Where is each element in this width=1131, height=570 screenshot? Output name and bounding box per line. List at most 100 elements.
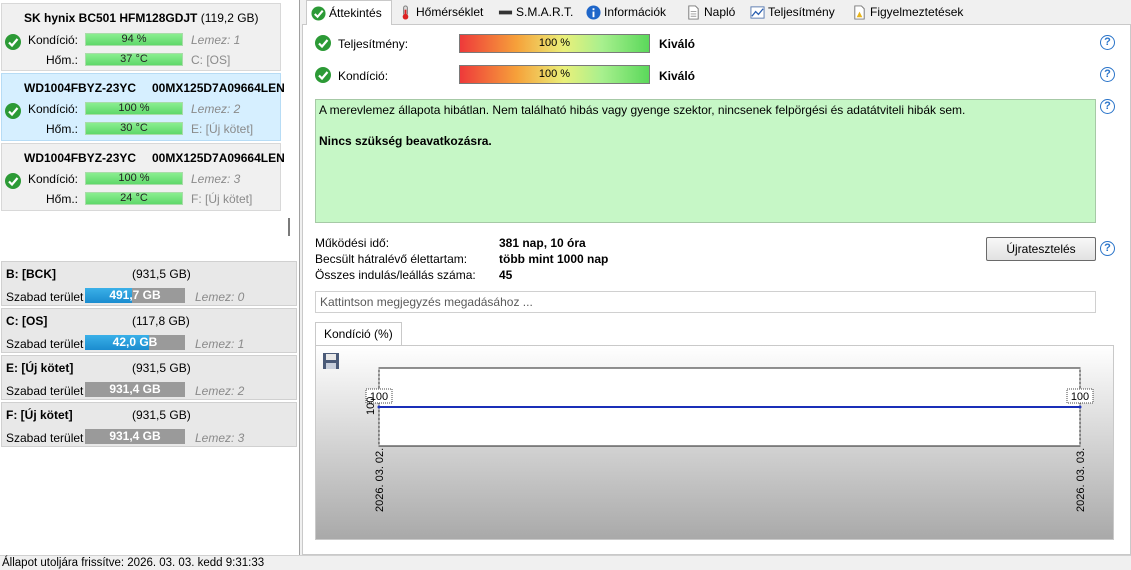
start-stop-label: Összes indulás/leállás száma: bbox=[315, 268, 476, 282]
ok-check-icon bbox=[315, 67, 331, 83]
status-message: A merevlemez állapota hibátlan. Nem talá… bbox=[319, 103, 966, 117]
temperature-label: Hőm.: bbox=[45, 53, 78, 67]
condition-label: Kondíció: bbox=[27, 33, 78, 47]
volume-item[interactable]: B: [BCK] (931,5 GB) Szabad terület 491,7… bbox=[1, 261, 297, 306]
tab-smart[interactable]: S.M.A.R.T. bbox=[494, 2, 573, 25]
temperature-value: 30 °C bbox=[120, 122, 148, 134]
lifetime-value: több mint 1000 nap bbox=[499, 252, 609, 266]
disk-capacity: (119,2 GB) bbox=[200, 11, 259, 25]
info-icon bbox=[586, 5, 601, 20]
volume-item[interactable]: F: [Új kötet] (931,5 GB) Szabad terület … bbox=[1, 402, 297, 447]
disk-number: Lemez: 1 bbox=[191, 33, 241, 47]
temperature-bar: 30 °C bbox=[85, 122, 183, 135]
performance-label: Teljesítmény: bbox=[338, 37, 409, 51]
volume-disk-number: Lemez: 0 bbox=[195, 290, 245, 304]
condition-rating: Kiváló bbox=[659, 69, 696, 83]
free-space-bar: 931,4 GB bbox=[85, 429, 185, 444]
volume-size: (117,8 GB) bbox=[132, 314, 190, 328]
disk-icon bbox=[498, 10, 513, 15]
ok-check-icon bbox=[315, 35, 331, 51]
document-icon bbox=[688, 5, 699, 20]
condition-value: 100 % bbox=[538, 68, 571, 80]
temperature-label: Hőm.: bbox=[45, 122, 78, 136]
condition-label: Kondíció: bbox=[27, 102, 78, 116]
free-space-label: Szabad terület bbox=[6, 290, 84, 304]
retest-button[interactable]: Újratesztelés bbox=[986, 237, 1096, 261]
right-panel: Áttekintés Hőmérséklet S.M.A.R.T. Inform… bbox=[302, 0, 1131, 555]
tab-warnings[interactable]: Figyelmeztetések bbox=[848, 2, 963, 25]
condition-label: Kondíció: bbox=[338, 69, 389, 83]
note-input[interactable]: Kattintson megjegyzés megadásához ... bbox=[315, 291, 1096, 313]
status-bar: Állapot utoljára frissítve: 2026. 03. 03… bbox=[0, 555, 1131, 570]
ok-check-icon bbox=[5, 34, 21, 50]
tab-bar: Áttekintés Hőmérséklet S.M.A.R.T. Inform… bbox=[302, 0, 1131, 26]
performance-value: 100 % bbox=[538, 37, 571, 49]
y-tick-label: 100 bbox=[365, 397, 377, 415]
disk-serial: 00MX125D7A09664LEN bbox=[152, 81, 285, 95]
data-label: 100 bbox=[1071, 391, 1089, 403]
free-space-label: Szabad terület bbox=[6, 431, 84, 445]
warning-document-icon bbox=[854, 5, 865, 20]
disk-model: SK hynix BC501 HFM128GDJT bbox=[24, 11, 198, 25]
disk-item[interactable]: WD1004FBYZ-23YC 00MX125D7A09664LEN Kondí… bbox=[1, 143, 285, 211]
disk-title: WD1004FBYZ-23YC 00MX125D7A09664LEN bbox=[24, 151, 285, 165]
condition-label: Kondíció: bbox=[27, 172, 78, 186]
condition-bar: 94 % bbox=[85, 33, 183, 46]
free-space-value: 491,7 GB bbox=[109, 288, 161, 302]
free-space-bar: 491,7 GB bbox=[85, 288, 185, 303]
help-icon[interactable]: ? bbox=[1100, 35, 1115, 50]
free-space-bar: 42,0 GB bbox=[85, 335, 185, 350]
disk-list-scrollbar[interactable] bbox=[288, 218, 290, 236]
disk-item[interactable]: SK hynix BC501 HFM128GDJT (119,2 GB) Kon… bbox=[1, 3, 281, 71]
temperature-value: 37 °C bbox=[120, 53, 148, 65]
tab-overview[interactable]: Áttekintés bbox=[306, 0, 392, 26]
data-point bbox=[1078, 405, 1082, 409]
tab-information[interactable]: Információk bbox=[582, 2, 666, 25]
volume-item[interactable]: C: [OS] (117,8 GB) Szabad terület 42,0 G… bbox=[1, 308, 297, 353]
volume-disk-number: Lemez: 3 bbox=[195, 431, 245, 445]
tab-performance[interactable]: Teljesítmény bbox=[746, 2, 835, 25]
tab-label: Figyelmeztetések bbox=[870, 5, 964, 19]
check-icon bbox=[311, 6, 326, 21]
condition-value: 94 % bbox=[121, 33, 147, 45]
disk-serial: 00MX125D7A09664LEN bbox=[152, 151, 285, 165]
status-message-box: A merevlemez állapota hibátlan. Nem talá… bbox=[315, 99, 1096, 223]
volume-item[interactable]: E: [Új kötet] (931,5 GB) Szabad terület … bbox=[1, 355, 297, 400]
disk-model: WD1004FBYZ-23YC bbox=[24, 151, 137, 165]
overview-page: Teljesítmény: 100 % Kiváló ? Kondíció: 1… bbox=[302, 25, 1131, 555]
help-icon[interactable]: ? bbox=[1100, 241, 1115, 256]
ok-check-icon bbox=[5, 173, 21, 189]
performance-chart-icon bbox=[750, 6, 765, 19]
chart-tab-condition[interactable]: Kondíció (%) bbox=[315, 322, 402, 345]
temperature-bar: 24 °C bbox=[85, 192, 183, 205]
condition-chart: 1002026. 03. 02.1002026. 03. 03.100 bbox=[365, 367, 1094, 512]
disk-item[interactable]: WD1004FBYZ-23YC 00MX125D7A09664LEN Kondí… bbox=[1, 73, 285, 141]
disk-list: SK hynix BC501 HFM128GDJT (119,2 GB) Kon… bbox=[0, 0, 298, 254]
free-space-label: Szabad terület bbox=[6, 384, 84, 398]
disk-model: WD1004FBYZ-23YC bbox=[24, 81, 137, 95]
disk-number: Lemez: 2 bbox=[191, 102, 241, 116]
thermometer-icon bbox=[402, 5, 409, 20]
condition-value: 100 % bbox=[118, 102, 150, 114]
free-space-label: Szabad terület bbox=[6, 337, 84, 351]
volume-size: (931,5 GB) bbox=[132, 267, 191, 281]
condition-bar: 100 % bbox=[459, 65, 650, 84]
disk-number: Lemez: 3 bbox=[191, 172, 241, 186]
disk-volume: F: [Új kötet] bbox=[191, 192, 253, 206]
tab-temperature[interactable]: Hőmérséklet bbox=[394, 2, 483, 25]
condition-bar: 100 % bbox=[85, 172, 183, 185]
volume-name: E: [Új kötet] bbox=[6, 361, 74, 375]
free-space-value: 42,0 GB bbox=[112, 335, 158, 349]
temperature-label: Hőm.: bbox=[45, 192, 78, 206]
uptime-label: Működési idő: bbox=[315, 236, 390, 250]
temperature-bar: 37 °C bbox=[85, 53, 183, 66]
chart-area: 100 2026. 03. 02. 100 2026. 03. 03. 100 bbox=[315, 345, 1114, 540]
left-panel: SK hynix BC501 HFM128GDJT (119,2 GB) Kon… bbox=[0, 0, 300, 555]
free-space-value: 931,4 GB bbox=[109, 382, 161, 396]
volume-size: (931,5 GB) bbox=[132, 361, 191, 375]
volume-name: C: [OS] bbox=[6, 314, 48, 328]
help-icon[interactable]: ? bbox=[1100, 67, 1115, 82]
condition-bar: 100 % bbox=[85, 102, 183, 115]
help-icon[interactable]: ? bbox=[1100, 99, 1115, 114]
tab-log[interactable]: Napló bbox=[682, 2, 735, 25]
